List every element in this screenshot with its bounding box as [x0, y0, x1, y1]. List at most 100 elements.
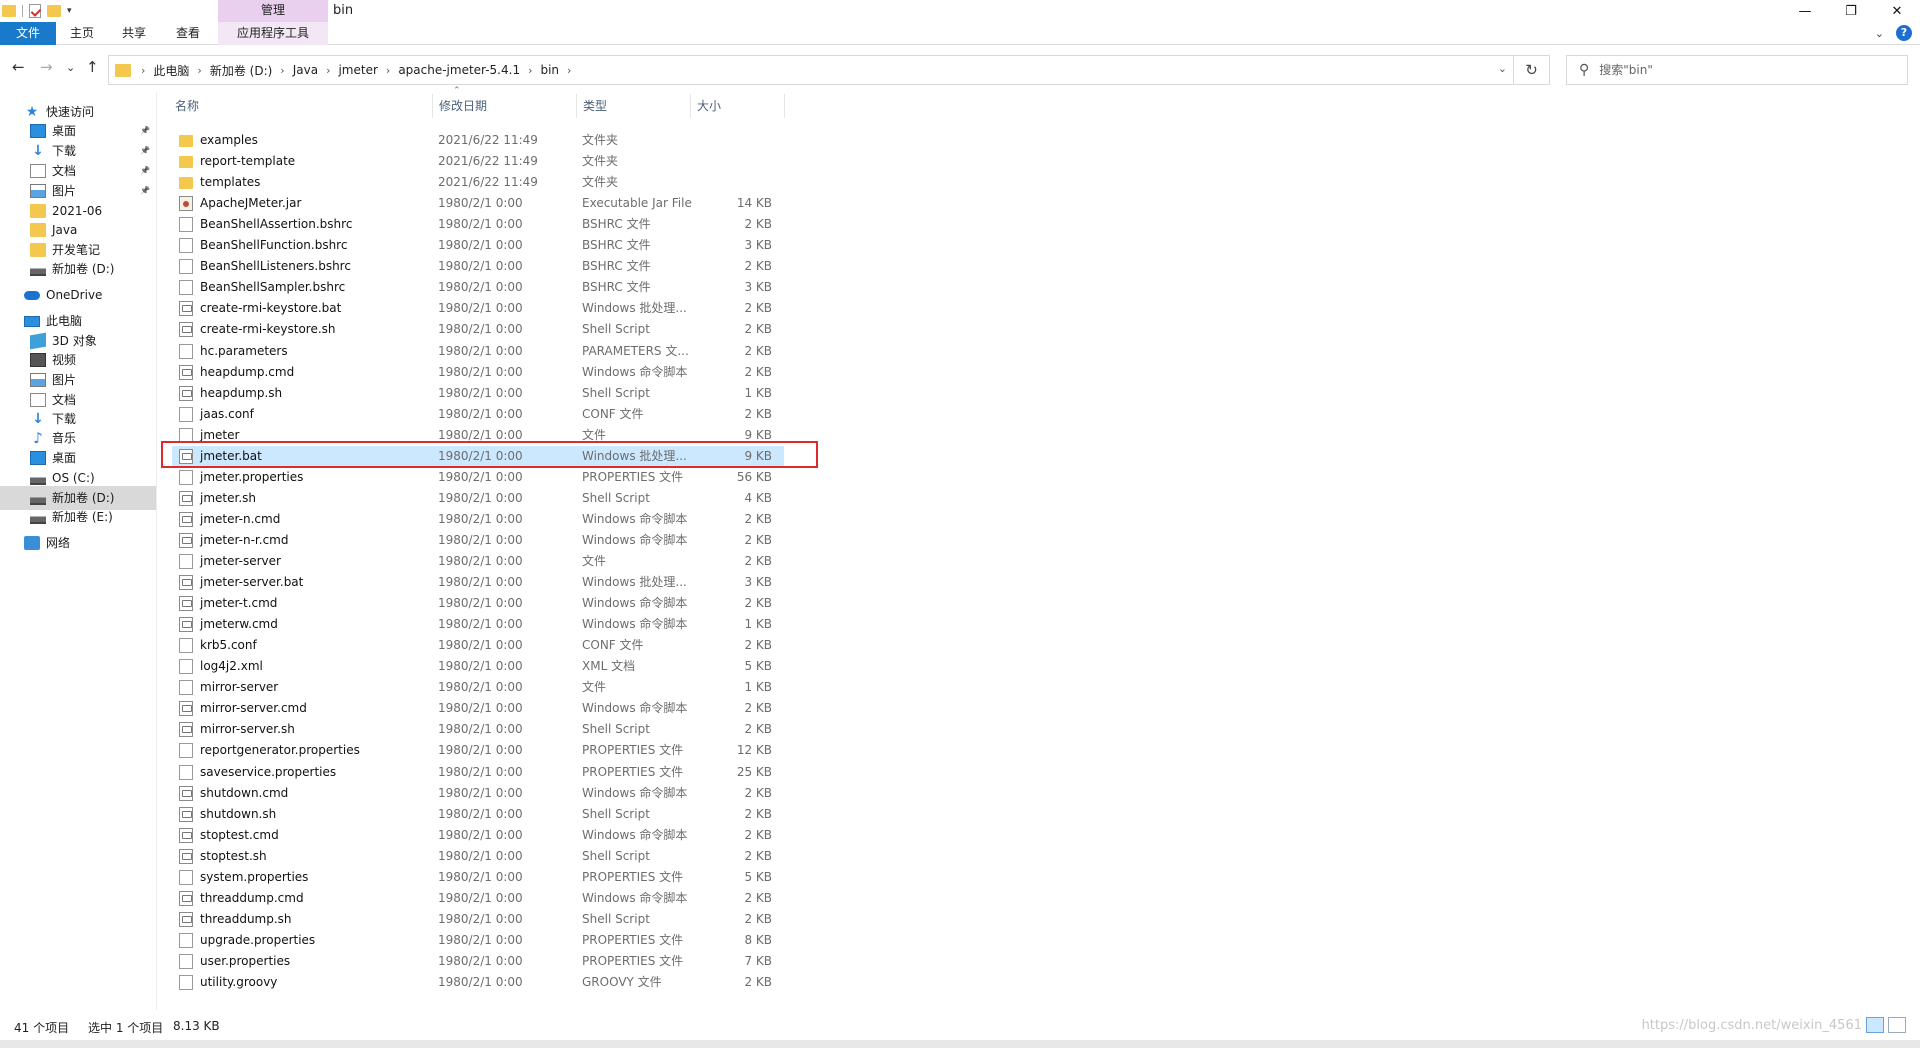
file-row[interactable]: stoptest.sh 1980/2/1 0:00 Shell Script 2 KB — [172, 846, 784, 867]
sidebar-item[interactable]: OneDrive — [0, 283, 156, 307]
customize-toolbar-icon[interactable]: ▾ — [67, 6, 72, 16]
tab-application-tools[interactable]: 应用程序工具 — [218, 22, 328, 45]
drive-icon — [30, 510, 46, 524]
tab-view[interactable]: 查看 — [168, 22, 208, 45]
file-row[interactable]: BeanShellFunction.bshrc 1980/2/1 0:00 BSHR… — [172, 235, 784, 256]
file-row[interactable]: shutdown.cmd 1980/2/1 0:00 Windows 命令脚本 2 K… — [172, 783, 784, 804]
file-row[interactable]: BeanShellAssertion.bshrc 1980/2/1 0:00 BSH… — [172, 214, 784, 235]
script-file-icon — [179, 848, 193, 864]
file-row[interactable]: utility.groovy 1980/2/1 0:00 GROOVY 文件 2 KB — [172, 972, 784, 993]
search-box[interactable]: ⚲ — [1566, 55, 1908, 85]
file-row[interactable]: threaddump.sh 1980/2/1 0:00 Shell Script 2 … — [172, 909, 784, 930]
file-row[interactable]: upgrade.properties 1980/2/1 0:00 PROPERTIE… — [172, 930, 784, 951]
new-folder-icon[interactable] — [47, 5, 61, 17]
tab-manage[interactable]: 管理 — [218, 0, 328, 22]
file-row[interactable]: jmeter-server 1980/2/1 0:00 文件 2 KB — [172, 551, 784, 572]
file-row[interactable]: jaas.conf 1980/2/1 0:00 CONF 文件 2 KB — [172, 404, 784, 425]
expand-ribbon-icon[interactable]: ⌄ — [1875, 27, 1884, 40]
file-row[interactable]: reportgenerator.properties 1980/2/1 0:00 P… — [172, 740, 784, 761]
forward-button[interactable]: → — [40, 58, 53, 76]
file-row[interactable]: mirror-server.cmd 1980/2/1 0:00 Windows 命令… — [172, 698, 784, 719]
breadcrumb-drive-d[interactable]: 新加卷 (D:) — [210, 62, 272, 79]
download-icon: ↓ — [32, 411, 44, 427]
pictures-icon — [30, 373, 46, 387]
properties-icon[interactable] — [29, 4, 41, 18]
chevron-right-icon[interactable]: › — [197, 64, 201, 77]
file-row[interactable]: user.properties 1980/2/1 0:00 PROPERTIES 文… — [172, 951, 784, 972]
restore-button[interactable]: ❐ — [1828, 0, 1874, 22]
breadcrumb-bin[interactable]: bin — [540, 63, 559, 77]
file-row[interactable]: saveservice.properties 1980/2/1 0:00 PROPE… — [172, 762, 784, 783]
close-button[interactable]: ✕ — [1874, 0, 1920, 22]
breadcrumb-jmeter[interactable]: jmeter — [338, 63, 377, 77]
file-row[interactable]: report-template 2021/6/22 11:49 文件夹 — [172, 151, 784, 172]
file-row[interactable]: jmeter-server.bat 1980/2/1 0:00 Windows 批处… — [172, 572, 784, 593]
file-row[interactable]: system.properties 1980/2/1 0:00 PROPERTIES… — [172, 867, 784, 888]
file-type: 文件 — [582, 554, 607, 568]
file-name: shutdown.cmd — [200, 785, 289, 800]
chevron-right-icon[interactable]: › — [280, 64, 284, 77]
file-size: 2 KB — [744, 217, 772, 232]
file-row[interactable]: heapdump.sh 1980/2/1 0:00 Shell Script 1 KB — [172, 383, 784, 404]
chevron-right-icon[interactable]: › — [141, 64, 145, 77]
details-view-icon[interactable] — [1866, 1017, 1884, 1033]
column-header-type[interactable]: 类型 — [578, 92, 690, 120]
refresh-button[interactable]: ↻ — [1513, 56, 1549, 84]
column-header-name[interactable]: 名称 — [170, 92, 432, 120]
back-button[interactable]: ← — [12, 58, 25, 76]
file-name: heapdump.cmd — [200, 364, 295, 379]
large-icons-view-icon[interactable] — [1888, 1017, 1906, 1033]
breadcrumb-apache-jmeter[interactable]: apache-jmeter-5.4.1 — [398, 63, 520, 77]
sidebar-item[interactable]: 新加卷 (E:) — [0, 505, 156, 529]
chevron-right-icon[interactable]: › — [326, 64, 330, 77]
file-row[interactable]: jmeter-t.cmd 1980/2/1 0:00 Windows 命令脚本 2 K… — [172, 593, 784, 614]
file-row[interactable]: ApacheJMeter.jar 1980/2/1 0:00 Executable … — [172, 193, 784, 214]
address-bar[interactable]: › 此电脑 › 新加卷 (D:) › Java › jmeter › apach… — [108, 55, 1550, 85]
file-row[interactable]: heapdump.cmd 1980/2/1 0:00 Windows 命令脚本 2 K… — [172, 362, 784, 383]
file-row[interactable]: templates 2021/6/22 11:49 文件夹 — [172, 172, 784, 193]
sidebar-item[interactable]: 网络 — [0, 531, 156, 555]
search-input[interactable] — [1599, 63, 1880, 77]
file-row[interactable]: jmeter-n.cmd 1980/2/1 0:00 Windows 命令脚本 2 K… — [172, 509, 784, 530]
file-row[interactable]: create-rmi-keystore.bat 1980/2/1 0:00 Wind… — [172, 298, 784, 319]
file-date: 1980/2/1 0:00 — [438, 406, 523, 421]
tab-file[interactable]: 文件 — [0, 22, 56, 45]
file-name: BeanShellFunction.bshrc — [200, 238, 348, 253]
tab-home[interactable]: 主页 — [62, 22, 102, 45]
breadcrumb-java[interactable]: Java — [293, 63, 318, 77]
tab-share[interactable]: 共享 — [114, 22, 154, 45]
file-size: 2 KB — [744, 827, 772, 842]
file-row[interactable]: shutdown.sh 1980/2/1 0:00 Shell Script 2 KB — [172, 804, 784, 825]
file-row[interactable]: mirror-server 1980/2/1 0:00 文件 1 KB — [172, 677, 784, 698]
file-size: 3 KB — [744, 238, 772, 253]
file-icon — [179, 238, 193, 254]
column-header-date[interactable]: 修改日期 — [434, 92, 576, 120]
file-date: 1980/2/1 0:00 — [438, 848, 523, 863]
file-row[interactable]: jmeterw.cmd 1980/2/1 0:00 Windows 命令脚本 1 KB — [172, 614, 784, 635]
up-button[interactable]: ↑ — [86, 58, 99, 76]
file-row[interactable]: examples 2021/6/22 11:49 文件夹 — [172, 130, 784, 151]
minimize-button[interactable]: — — [1782, 0, 1828, 22]
column-header-size[interactable]: 大小 — [692, 92, 784, 120]
file-row[interactable]: BeanShellSampler.bshrc 1980/2/1 0:00 BSHRC… — [172, 277, 784, 298]
file-row[interactable]: jmeter.sh 1980/2/1 0:00 Shell Script 4 KB — [172, 488, 784, 509]
breadcrumb-this-pc[interactable]: 此电脑 — [153, 62, 189, 79]
chevron-right-icon[interactable]: › — [386, 64, 390, 77]
file-row[interactable]: hc.parameters 1980/2/1 0:00 PARAMETERS 文..… — [172, 341, 784, 362]
file-row[interactable]: krb5.conf 1980/2/1 0:00 CONF 文件 2 KB — [172, 635, 784, 656]
file-row[interactable]: jmeter.properties 1980/2/1 0:00 PROPERTIES… — [172, 467, 784, 488]
help-icon[interactable]: ? — [1896, 25, 1912, 41]
file-row[interactable]: jmeter-n-r.cmd 1980/2/1 0:00 Windows 命令脚本 2… — [172, 530, 784, 551]
file-row[interactable]: threaddump.cmd 1980/2/1 0:00 Windows 命令脚本 2… — [172, 888, 784, 909]
window-title: bin — [333, 3, 354, 18]
file-row[interactable]: BeanShellListeners.bshrc 1980/2/1 0:00 BSH… — [172, 256, 784, 277]
chevron-right-icon[interactable]: › — [528, 64, 532, 77]
chevron-down-icon[interactable]: ⌄ — [1498, 62, 1507, 75]
sidebar-item[interactable]: 新加卷 (D:) — [0, 257, 156, 281]
chevron-right-icon[interactable]: › — [567, 64, 571, 77]
file-row[interactable]: mirror-server.sh 1980/2/1 0:00 Shell Scrip… — [172, 719, 784, 740]
recent-locations-button[interactable]: ⌄ — [66, 61, 75, 74]
file-row[interactable]: stoptest.cmd 1980/2/1 0:00 Windows 命令脚本 2 K… — [172, 825, 784, 846]
file-row[interactable]: log4j2.xml 1980/2/1 0:00 XML 文档 5 KB — [172, 656, 784, 677]
file-row[interactable]: create-rmi-keystore.sh 1980/2/1 0:00 Shell… — [172, 319, 784, 340]
